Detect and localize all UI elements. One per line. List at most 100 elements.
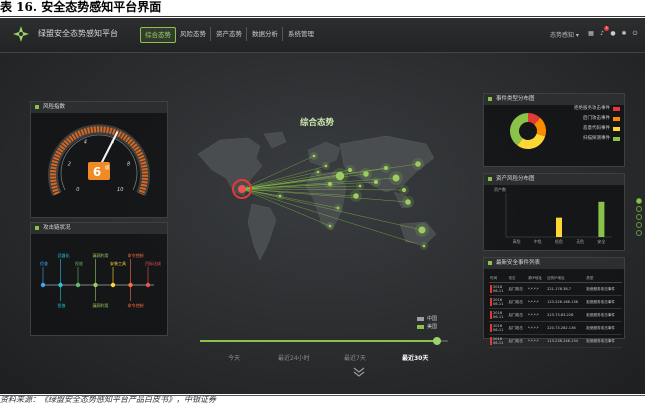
col-time: 时间 xyxy=(489,274,508,283)
event-row[interactable]: 2016 06-11 后门攻击 *.*.*.* 113.238.248.134 拒绝服务攻… xyxy=(489,334,622,348)
event-cell-type: 拒绝服务攻击事件 xyxy=(585,308,622,322)
attack-path xyxy=(241,165,327,190)
event-cell-dst: 113.238.248.134 xyxy=(546,334,586,348)
event-time: 2016 06-11 xyxy=(493,324,504,332)
hotspot[interactable] xyxy=(328,224,332,228)
attack-chain-panel: 攻击链状况 侦查 武器化 投放 漏洞利用 安装工具 命令控制 目标达成 投放 漏洞利用 命令控制 xyxy=(30,222,168,336)
bell-icon[interactable]: ♪ xyxy=(599,31,605,37)
grid-icon[interactable]: ▦ xyxy=(588,31,594,37)
hotspot[interactable] xyxy=(324,164,328,168)
hotspot[interactable] xyxy=(312,154,316,158)
hotspot[interactable] xyxy=(422,244,426,248)
bar-category-label: 中危 xyxy=(534,238,542,244)
hotspot[interactable] xyxy=(336,206,340,210)
tab-asset-situation[interactable]: 资产态势 xyxy=(212,27,247,41)
severity-marker xyxy=(490,324,492,332)
event-row[interactable]: 2016 06-11 后门攻击 *.*.*.* 220.73.282.136 拒绝服务攻击… xyxy=(489,321,622,335)
chain-node[interactable] xyxy=(145,282,151,288)
event-row[interactable]: 2016 06-11 后门攻击 *.*.*.* 123.226.166.136 拒绝服务攻… xyxy=(489,295,622,309)
event-time: 2016 06-11 xyxy=(493,311,504,319)
bar-category-label: 高危 xyxy=(513,238,521,244)
power-icon[interactable]: ⏻ xyxy=(632,31,638,37)
hotspot[interactable] xyxy=(358,184,362,188)
page-dot-3[interactable] xyxy=(636,214,642,220)
hotspot[interactable] xyxy=(401,187,407,193)
hotspot[interactable] xyxy=(327,181,333,187)
attack-path xyxy=(241,188,425,247)
bar-ylabel: 资产数 xyxy=(494,187,506,192)
top-bar: 绿盟安全态势感知平台 综合态势 风险态势 资产态势 数据分析 系统管理 态势感知… xyxy=(0,18,645,53)
event-type-donut xyxy=(510,113,546,149)
events-header: 最新安全事件列表 xyxy=(484,258,624,269)
hotspot[interactable] xyxy=(278,194,282,198)
event-time: 2016 06-11 xyxy=(493,337,504,345)
chain-node[interactable] xyxy=(110,282,116,288)
donut-slice[interactable] xyxy=(517,133,546,149)
time-slider[interactable] xyxy=(200,337,448,345)
hotspot[interactable] xyxy=(316,170,320,174)
chain-label-top: 目标达成 xyxy=(145,260,161,266)
chain-label-top: 武器化 xyxy=(58,252,70,258)
attack-source[interactable] xyxy=(238,185,246,193)
legend-item-usa: 美国 xyxy=(417,323,437,331)
hotspot[interactable] xyxy=(363,171,369,177)
hotspot[interactable] xyxy=(347,167,353,173)
bar[interactable] xyxy=(556,217,562,237)
user-menu[interactable]: 态势感知 ▾ xyxy=(550,30,579,39)
event-row[interactable]: 2016 06-11 后门攻击 *.*.*.* 221.176.38.7 拒绝服务攻击事件 xyxy=(489,282,622,296)
source-note: 资料来源：《绿盟安全态势感知平台产品白皮书》，中银证券 xyxy=(0,396,216,404)
events-table: 时间 攻击 源IP地址 目的IP地址 类型 2016 06-11 后门攻击 *.*.*… xyxy=(489,274,622,348)
chain-label-top: 安装工具 xyxy=(110,260,126,266)
chain-label-bottom: 命令控制 xyxy=(128,302,144,308)
asset-risk-bar-chart: 资产数高危 中危 低危 无危 安全 xyxy=(494,187,612,244)
hotspot[interactable] xyxy=(415,161,421,167)
event-cell-src: *.*.*.* xyxy=(526,308,547,322)
hotspot[interactable] xyxy=(392,174,400,182)
time-slider-handle[interactable] xyxy=(433,337,441,345)
hotspot[interactable] xyxy=(353,193,359,199)
tab-data-analysis[interactable]: 数据分析 xyxy=(248,27,283,41)
app-screen: 绿盟安全态势感知平台 综合态势 风险态势 资产态势 数据分析 系统管理 态势感知… xyxy=(0,18,645,394)
tab-overall-situation[interactable]: 综合态势 xyxy=(140,27,176,43)
event-row[interactable]: 2016 06-11 后门攻击 *.*.*.* 223.73.83.228 拒绝服务攻击事… xyxy=(489,308,622,322)
event-cell-src: *.*.*.* xyxy=(526,282,547,296)
chain-node[interactable] xyxy=(40,282,46,288)
asset-risk-panel: 资产风险分布图 资产数 高危 中危 低危 无危 安全 xyxy=(483,173,625,251)
gauge-tick-label: 4 xyxy=(84,139,87,145)
user-icon[interactable]: ● xyxy=(610,31,616,37)
col-type: 类型 xyxy=(585,274,622,283)
event-cell-src: *.*.*.* xyxy=(526,334,547,348)
hotspot[interactable] xyxy=(405,199,411,205)
hotspot[interactable] xyxy=(383,165,389,171)
time-option-today[interactable]: 今天 xyxy=(228,353,240,362)
chevron-down-icon[interactable] xyxy=(352,366,366,378)
hotspot[interactable] xyxy=(373,179,379,185)
chain-label-top: 投放 xyxy=(75,260,83,266)
time-option-24h[interactable]: 最近24小时 xyxy=(278,353,310,362)
event-cell-type: 拒绝服务攻击事件 xyxy=(585,295,622,309)
time-option-7d[interactable]: 最近7天 xyxy=(344,353,366,362)
gear-icon[interactable]: ✱ xyxy=(621,31,627,37)
page-dot-2[interactable] xyxy=(636,206,642,212)
hotspot[interactable] xyxy=(335,171,345,181)
page-dot-5[interactable] xyxy=(636,230,642,236)
risk-gauge: 0246810 6 级 xyxy=(48,124,150,197)
event-cell-time: 2016 06-11 xyxy=(489,282,508,296)
bar[interactable] xyxy=(598,201,605,237)
hotspot[interactable] xyxy=(418,226,426,234)
notification-badge: 3 xyxy=(604,26,609,31)
chain-node[interactable] xyxy=(75,282,81,288)
event-cell-type: 拒绝服务攻击事件 xyxy=(585,321,622,335)
tab-risk-situation[interactable]: 风险态势 xyxy=(176,27,211,41)
time-slider-fill xyxy=(200,340,437,342)
attack-path xyxy=(241,188,409,203)
event-cell-time: 2016 06-11 xyxy=(489,321,508,335)
event-cell-dst: 221.176.38.7 xyxy=(546,282,586,296)
event-cell-dst: 220.73.282.136 xyxy=(546,321,586,335)
gauge-tick-label: 2 xyxy=(68,161,71,167)
tab-system-management[interactable]: 系统管理 xyxy=(284,27,318,41)
col-dst-ip: 目的IP地址 xyxy=(546,274,586,283)
time-option-30d[interactable]: 最近30天 xyxy=(402,353,428,362)
page-dot-4[interactable] xyxy=(636,222,642,228)
page-dot-1[interactable] xyxy=(636,198,642,204)
